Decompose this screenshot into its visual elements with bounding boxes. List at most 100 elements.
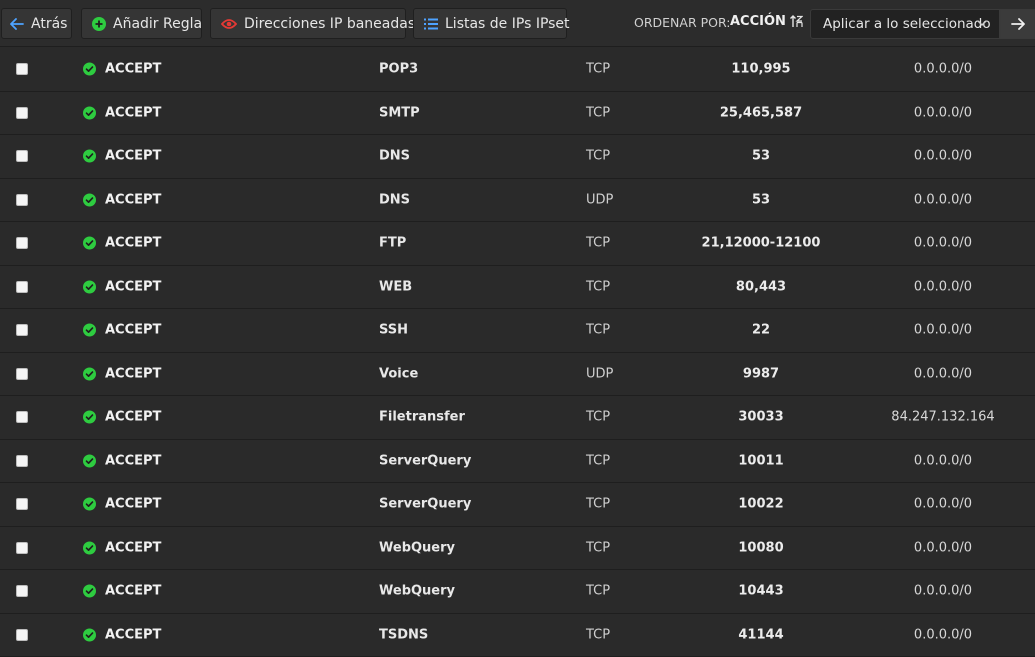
row-checkbox[interactable] — [16, 541, 28, 554]
rule-ip: 84.247.132.164 — [891, 409, 995, 425]
row-checkbox[interactable] — [16, 324, 28, 337]
rule-port: 10443 — [738, 583, 784, 599]
check-circle-icon — [83, 106, 96, 120]
rule-protocol: TCP — [586, 148, 611, 164]
sort-by-value: ACCIÓN — [730, 14, 786, 29]
table-row: ACCEPT TSDNS TCP 41144 0.0.0.0/0 — [0, 613, 1035, 657]
banned-ips-button[interactable]: Direcciones IP baneadas — [210, 8, 415, 39]
rule-ip: 0.0.0.0/0 — [913, 148, 973, 164]
rule-port: 10022 — [738, 496, 784, 512]
table-row: ACCEPT Voice UDP 9987 0.0.0.0/0 — [0, 352, 1035, 396]
rule-protocol: TCP — [586, 453, 611, 469]
check-circle-icon — [83, 410, 96, 424]
rule-ip: 0.0.0.0/0 — [913, 322, 973, 338]
rule-name: Filetransfer — [379, 409, 465, 425]
rule-ip: 0.0.0.0/0 — [913, 61, 973, 77]
rule-action: ACCEPT — [105, 366, 162, 382]
rule-port: 30033 — [738, 409, 784, 425]
apply-selected-button[interactable] — [1000, 9, 1035, 39]
rule-ip: 0.0.0.0/0 — [913, 235, 973, 251]
table-row: ACCEPT WebQuery TCP 10443 0.0.0.0/0 — [0, 570, 1035, 614]
rule-name: WebQuery — [379, 540, 456, 556]
rule-name: DNS — [379, 148, 411, 164]
rule-name: WEB — [379, 279, 413, 295]
rule-action: ACCEPT — [105, 540, 162, 556]
rule-name: TSDNS — [379, 627, 429, 643]
chevron-down-icon — [977, 20, 987, 27]
bulk-action-select[interactable]: Aplicar a lo seleccionado — [810, 9, 1000, 39]
eye-icon — [221, 18, 237, 30]
rule-action: ACCEPT — [105, 583, 162, 599]
row-checkbox[interactable] — [16, 498, 28, 511]
table-row: ACCEPT SSH TCP 22 0.0.0.0/0 — [0, 309, 1035, 353]
rule-port: 10080 — [738, 540, 784, 556]
rule-ip: 0.0.0.0/0 — [913, 279, 973, 295]
rule-protocol: TCP — [586, 627, 611, 643]
check-circle-icon — [83, 497, 96, 511]
rule-name: FTP — [379, 235, 407, 251]
check-circle-icon — [83, 454, 96, 468]
ipset-lists-button[interactable]: Listas de IPs IPset — [413, 8, 570, 39]
row-checkbox[interactable] — [16, 193, 28, 206]
rule-ip: 0.0.0.0/0 — [913, 583, 973, 599]
rule-ip: 0.0.0.0/0 — [913, 540, 973, 556]
rule-action: ACCEPT — [105, 61, 162, 77]
rule-ip: 0.0.0.0/0 — [913, 366, 973, 382]
check-circle-icon — [83, 541, 96, 555]
rule-action: ACCEPT — [105, 105, 162, 121]
rule-port: 9987 — [742, 366, 780, 382]
rule-ip: 0.0.0.0/0 — [913, 627, 973, 643]
table-row: ACCEPT ServerQuery TCP 10011 0.0.0.0/0 — [0, 439, 1035, 483]
row-checkbox[interactable] — [16, 150, 28, 163]
rules-table: ACCEPT POP3 TCP 110,995 0.0.0.0/0 ACCEPT… — [0, 48, 1035, 657]
rule-ip: 0.0.0.0/0 — [913, 496, 973, 512]
rule-protocol: TCP — [586, 61, 611, 77]
toolbar: Atrás Añadir Regla Direcciones IP banead… — [0, 0, 1035, 47]
check-circle-icon — [83, 236, 96, 250]
rule-port: 80,443 — [735, 279, 787, 295]
rule-action: ACCEPT — [105, 192, 162, 208]
bulk-action-value: Aplicar a lo seleccionado — [823, 16, 991, 32]
rule-name: ServerQuery — [379, 496, 472, 512]
rule-action: ACCEPT — [105, 322, 162, 338]
sort-by-label: ORDENAR POR: — [634, 15, 731, 30]
row-checkbox[interactable] — [16, 280, 28, 293]
rule-port: 10011 — [738, 453, 784, 469]
back-button[interactable]: Atrás — [1, 8, 72, 39]
table-row: ACCEPT FTP TCP 21,12000-12100 0.0.0.0/0 — [0, 222, 1035, 266]
rule-protocol: TCP — [586, 322, 611, 338]
check-circle-icon — [83, 280, 96, 294]
check-circle-icon — [83, 62, 96, 76]
rule-action: ACCEPT — [105, 235, 162, 251]
table-row: ACCEPT DNS UDP 53 0.0.0.0/0 — [0, 178, 1035, 222]
row-checkbox[interactable] — [16, 628, 28, 641]
table-row: ACCEPT Filetransfer TCP 30033 84.247.132… — [0, 396, 1035, 440]
row-checkbox[interactable] — [16, 63, 28, 76]
add-rule-button[interactable]: Añadir Regla — [81, 8, 202, 39]
rule-port: 41144 — [738, 627, 784, 643]
rule-name: Voice — [379, 366, 419, 382]
rule-protocol: TCP — [586, 279, 611, 295]
row-checkbox[interactable] — [16, 367, 28, 380]
sort-by-toggle[interactable]: ACCIÓN — [730, 14, 803, 29]
plus-circle-icon — [92, 16, 106, 31]
arrow-right-icon — [1010, 18, 1025, 30]
rule-name: WebQuery — [379, 583, 456, 599]
banned-ips-button-label: Direcciones IP baneadas — [244, 15, 416, 32]
back-button-label: Atrás — [31, 15, 68, 32]
rule-action: ACCEPT — [105, 496, 162, 512]
row-checkbox[interactable] — [16, 585, 28, 598]
check-circle-icon — [83, 367, 96, 381]
rule-port: 22 — [751, 322, 771, 338]
row-checkbox[interactable] — [16, 106, 28, 119]
rule-action: ACCEPT — [105, 148, 162, 164]
add-rule-button-label: Añadir Regla — [113, 15, 203, 32]
row-checkbox[interactable] — [16, 411, 28, 424]
rule-protocol: TCP — [586, 235, 611, 251]
rule-name: ServerQuery — [379, 453, 472, 469]
row-checkbox[interactable] — [16, 454, 28, 467]
table-row: ACCEPT SMTP TCP 25,465,587 0.0.0.0/0 — [0, 91, 1035, 135]
row-checkbox[interactable] — [16, 237, 28, 250]
check-circle-icon — [83, 584, 96, 598]
table-row: ACCEPT DNS TCP 53 0.0.0.0/0 — [0, 135, 1035, 179]
